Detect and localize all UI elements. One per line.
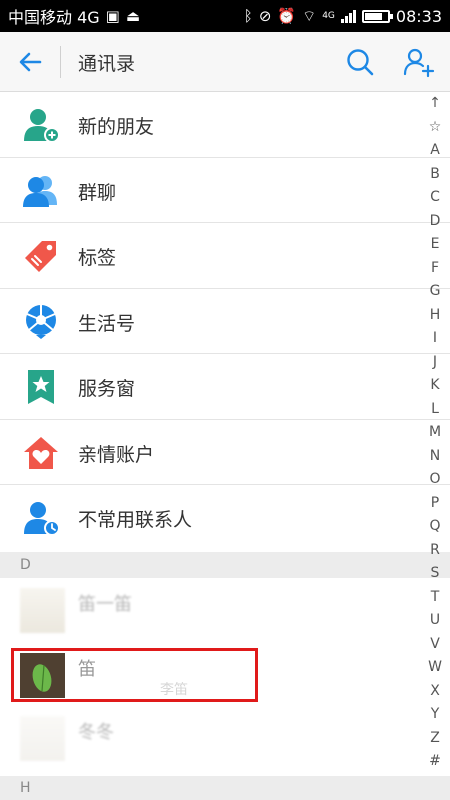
battery-icon (361, 9, 393, 23)
service-window-icon (28, 370, 54, 404)
network-badge: 4G (322, 11, 335, 21)
menu-item-family-account[interactable]: 亲情账户 (0, 420, 450, 485)
index-letter[interactable]: B (430, 167, 440, 181)
signal-icon (340, 9, 356, 23)
alarm-icon: ⏰ (277, 6, 297, 25)
menu-item-tags[interactable]: 标签 (0, 223, 450, 289)
menu-item-infrequent-contacts[interactable]: 不常用联系人 (0, 485, 450, 551)
contact-avatar (20, 588, 65, 633)
title-bar: 通讯录 (0, 32, 450, 92)
family-account-icon (24, 436, 58, 469)
menu-item-label: 群聊 (78, 181, 117, 204)
clock: 08:33 (395, 6, 442, 26)
index-letter[interactable]: Q (429, 519, 440, 533)
index-letter[interactable]: T (431, 590, 440, 604)
life-account-icon (26, 304, 56, 339)
index-letter[interactable]: R (430, 543, 440, 557)
menu-item-label: 不常用联系人 (78, 509, 193, 531)
menu-item-life-account[interactable]: 生活号 (0, 289, 450, 354)
index-letter[interactable]: D (430, 214, 441, 228)
menu-item-label: 生活号 (78, 312, 136, 335)
highlight-annotation-box (11, 648, 258, 702)
index-letter[interactable]: W (428, 660, 442, 674)
section-header-d: D (0, 552, 450, 578)
new-friend-icon (24, 109, 60, 143)
menu-item-label: 服务窗 (78, 378, 136, 400)
image-icon: ▣ (105, 6, 120, 25)
index-letter[interactable]: Z (430, 731, 440, 745)
contact-avatar (20, 716, 65, 761)
index-letter[interactable]: # (429, 754, 441, 768)
menu-item-label: 标签 (78, 247, 117, 269)
carrier-label: 中国移动 4G (8, 8, 100, 27)
contact-row[interactable]: 冬冬 (0, 708, 420, 772)
notification-icon: ⏏ (125, 6, 141, 25)
index-letter[interactable]: A (430, 143, 440, 157)
index-letter[interactable]: P (431, 496, 439, 510)
menu-item-service-window[interactable]: 服务窗 (0, 354, 450, 420)
index-letter[interactable]: U (430, 613, 440, 627)
infrequent-contacts-icon (24, 502, 60, 536)
back-button[interactable] (14, 47, 46, 77)
index-letter[interactable]: K (430, 378, 439, 392)
wifi-icon: ⌔ (302, 6, 317, 25)
bluetooth-icon: ᛒ (243, 6, 253, 25)
index-letter[interactable]: S (431, 566, 440, 580)
search-button[interactable] (344, 46, 376, 78)
contact-name: 冬冬 (78, 722, 114, 743)
index-letter[interactable]: O (429, 472, 440, 486)
feature-menu: 新的朋友 群聊 标签 生活号 服务窗 亲情账户 不常用联系人 (0, 92, 450, 551)
index-letter[interactable]: L (431, 402, 439, 416)
search-icon (347, 49, 374, 76)
index-letter[interactable]: G (430, 284, 441, 298)
contact-row[interactable]: 笛一笛 (0, 580, 420, 644)
status-left: 中国移动 4G ▣ ⏏ (8, 4, 140, 28)
index-letter[interactable]: C (430, 190, 440, 204)
index-letter[interactable]: M (429, 425, 441, 439)
menu-item-label: 新的朋友 (78, 116, 155, 138)
index-letter[interactable]: E (431, 237, 440, 251)
index-letter[interactable]: N (430, 449, 440, 463)
index-letter[interactable]: H (430, 308, 441, 322)
index-letter[interactable]: V (430, 637, 440, 651)
menu-item-new-friends[interactable]: 新的朋友 (0, 92, 450, 158)
index-letter[interactable]: J (433, 355, 437, 369)
index-letter[interactable]: ↑ (429, 96, 441, 110)
menu-item-label: 亲情账户 (78, 443, 155, 466)
mute-icon: ⊘ (258, 6, 272, 25)
group-chat-icon (23, 175, 57, 207)
index-letter[interactable]: I (433, 331, 437, 345)
index-letter[interactable]: ☆ (429, 120, 442, 134)
tag-icon (25, 241, 56, 272)
add-friend-button[interactable] (402, 46, 436, 78)
back-arrow-icon (19, 52, 42, 72)
status-bar: 中国移动 4G ▣ ⏏ ᛒ ⊘ ⏰ ⌔ 4G 08:33 (0, 0, 450, 32)
section-header-h: H (0, 776, 450, 800)
index-letter[interactable]: Y (431, 707, 440, 721)
index-letter[interactable]: F (431, 261, 439, 275)
status-right: ᛒ ⊘ ⏰ ⌔ 4G 08:33 (244, 7, 442, 26)
add-friend-icon (403, 48, 435, 78)
page-title: 通讯录 (78, 53, 136, 75)
alphabet-index-bar[interactable]: ↑ ☆ A B C D E F G H I J K L M N O P Q R S T U V W X Y Z # (424, 96, 446, 768)
header-divider (60, 46, 61, 78)
index-letter[interactable]: X (430, 684, 440, 698)
contact-name: 笛一笛 (78, 594, 132, 615)
menu-item-group-chat[interactable]: 群聊 (0, 158, 450, 223)
